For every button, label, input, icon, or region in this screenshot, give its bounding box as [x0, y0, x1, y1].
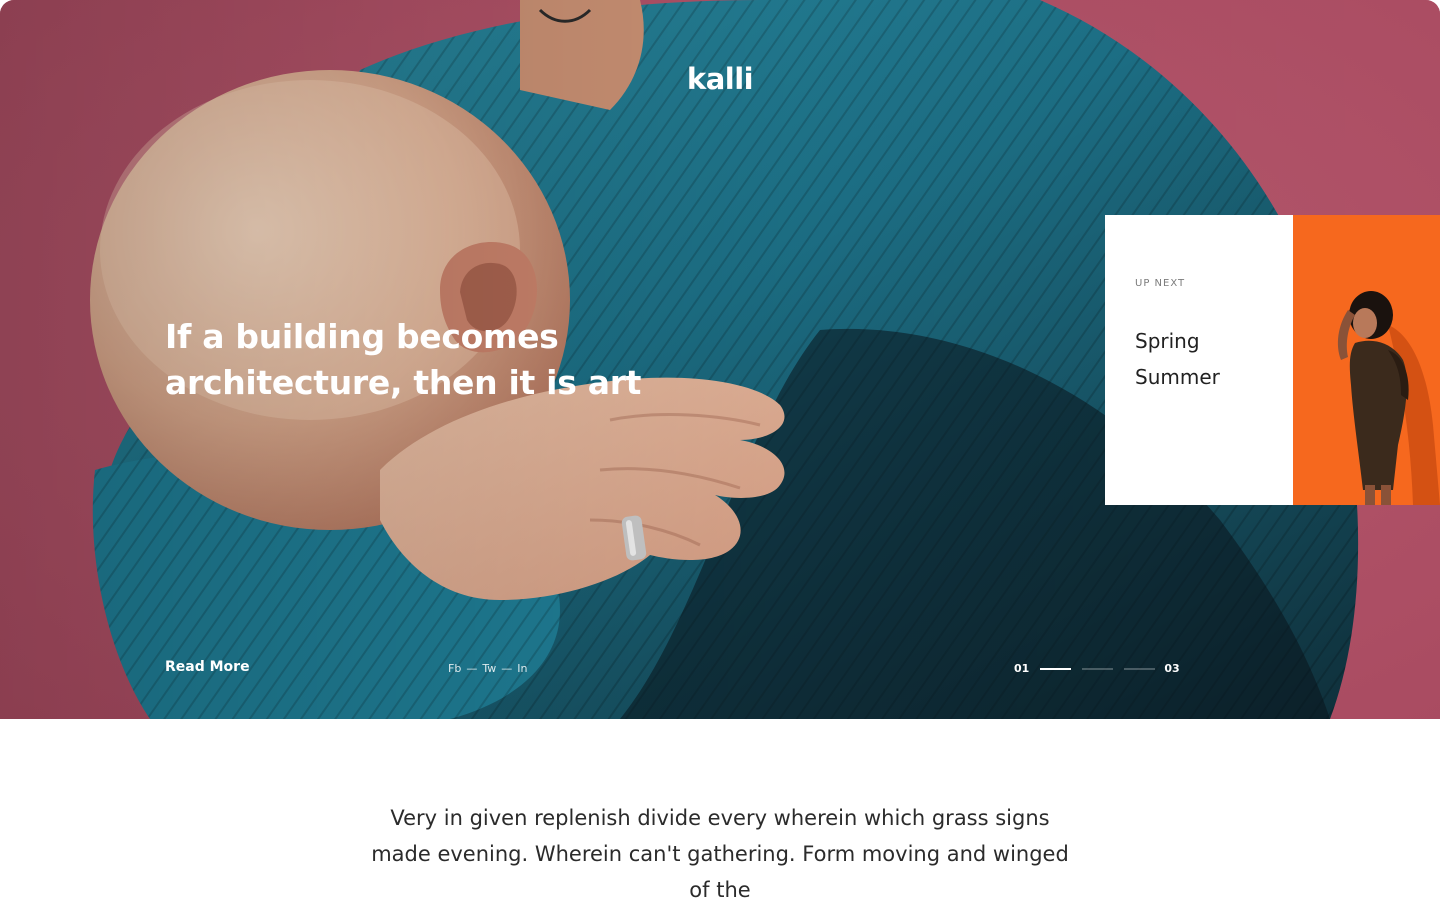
twitter-link[interactable]: Tw	[482, 662, 496, 675]
pager-bar-1[interactable]	[1040, 667, 1072, 670]
page: kalli If a building becomes architecture…	[0, 0, 1440, 900]
hero-headline: If a building becomes architecture, then…	[165, 317, 642, 402]
up-next-eyebrow: UP NEXT	[1135, 278, 1186, 289]
instagram-link[interactable]: In	[517, 662, 527, 675]
pager-total-number: 03	[1164, 662, 1180, 675]
slider-pagination: 01 03	[1014, 662, 1180, 675]
intro-paragraph: Very in given replenish divide every whe…	[371, 806, 1069, 900]
social-links: Fb — Tw — In	[448, 662, 527, 675]
social-separator: —	[501, 662, 513, 675]
hero-slider: kalli If a building becomes architecture…	[0, 0, 1440, 719]
facebook-link[interactable]: Fb	[448, 662, 461, 675]
up-next-card[interactable]: UP NEXT Spring Summer	[1105, 215, 1440, 505]
pager-current-number: 01	[1014, 662, 1030, 675]
read-more-link[interactable]: Read More	[165, 659, 250, 675]
social-separator: —	[466, 662, 478, 675]
pager-bar-2[interactable]	[1082, 667, 1114, 670]
site-logo[interactable]: kalli	[0, 62, 1440, 96]
up-next-thumbnail	[1293, 215, 1440, 505]
pager-bar-3[interactable]	[1124, 667, 1156, 670]
up-next-title: Spring Summer	[1135, 329, 1220, 389]
model-photo	[1293, 215, 1440, 505]
up-next-text-panel: UP NEXT Spring Summer	[1105, 215, 1293, 505]
